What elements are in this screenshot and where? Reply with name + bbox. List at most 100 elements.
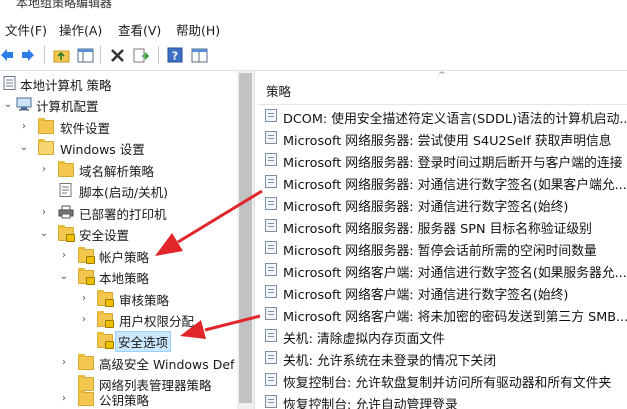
tree-label: 本地策略	[99, 271, 150, 286]
policy-row[interactable]: Microsoft 网络服务器: 尝试使用 S4U2Self 获取声明信息	[258, 127, 627, 149]
tree-item-root[interactable]: 本地计算机 策略	[0, 73, 237, 94]
tree-label: 公钥策略	[99, 393, 150, 408]
console-tree: 本地计算机 策略 ⌄ 计算机配置 › 软件设置 ⌄ Windows 设置 › 域…	[0, 71, 237, 409]
menu-action[interactable]: 操作(A)	[59, 20, 102, 39]
tree-item-security-settings[interactable]: ⌄ 安全设置	[0, 223, 237, 244]
policy-row[interactable]: Microsoft 网络服务器: 登录时间过期后断开与客户端的连接	[258, 149, 627, 171]
tree-item-account-policy[interactable]: › 帐户策略	[0, 245, 237, 266]
policy-row-label: Microsoft 网络客户端: 将未加密的密码发送到第三方 SMB...	[283, 310, 627, 325]
delete-button[interactable]	[108, 46, 126, 64]
toolbar: ?	[0, 40, 627, 71]
tree-item-software-settings[interactable]: › 软件设置	[0, 116, 237, 137]
policy-setting-icon	[265, 219, 277, 232]
tree-item-user-rights[interactable]: › 用户权限分配	[0, 309, 237, 330]
security-folder-icon	[97, 311, 114, 328]
lock-icon	[86, 256, 95, 264]
up-folder-icon	[53, 50, 69, 62]
tree-label: Windows 设置	[60, 142, 145, 157]
tree-item-local-policy[interactable]: ⌄ 本地策略	[0, 266, 237, 287]
forward-button[interactable]	[20, 46, 36, 64]
policy-row[interactable]: Microsoft 网络服务器: 对通信进行数字签名(如果客户端允...	[258, 171, 627, 193]
tree-item-windows-settings[interactable]: ⌄ Windows 设置	[0, 137, 237, 158]
tree-label: 用户权限分配	[119, 314, 195, 329]
policy-setting-icon	[265, 197, 277, 210]
chevron-right-icon[interactable]: ›	[58, 356, 70, 368]
tree-item-public-key[interactable]: › 公钥策略	[0, 388, 237, 409]
chevron-right-icon[interactable]: ›	[38, 206, 50, 218]
policy-row[interactable]: Microsoft 网络客户端: 将未加密的密码发送到第三方 SMB...	[258, 303, 627, 325]
list-header[interactable]: ^ 策略	[258, 71, 627, 105]
chevron-right-icon[interactable]: ›	[18, 120, 30, 132]
show-hide-tree-button[interactable]	[76, 46, 94, 64]
tree-item-printers[interactable]: › 已部署的打印机	[0, 202, 237, 223]
scrollbar-thumb[interactable]	[239, 73, 252, 403]
export-list-icon	[133, 48, 149, 62]
policy-setting-icon	[265, 263, 277, 276]
policy-row-label: 恢复控制台: 允许自动管理登录	[283, 398, 458, 409]
folder-icon	[78, 390, 94, 406]
policy-setting-icon	[265, 373, 277, 386]
policy-row[interactable]: 恢复控制台: 允许自动管理登录	[258, 391, 627, 409]
policy-row-label: 恢复控制台: 允许软盘复制并访问所有驱动器和所有文件夹	[283, 376, 612, 391]
menu-file[interactable]: 文件(F)	[5, 20, 47, 39]
tree-scrollbar[interactable]	[237, 71, 254, 409]
menu-view[interactable]: 查看(V)	[118, 20, 161, 39]
policy-setting-icon	[265, 175, 277, 188]
up-folder-button[interactable]	[52, 46, 70, 64]
tree-label: 已部署的打印机	[79, 207, 167, 222]
security-folder-icon	[97, 332, 114, 349]
folder-icon	[38, 118, 54, 134]
window-title: 本地组策略编辑器	[16, 0, 113, 10]
policy-row-label: DCOM: 使用安全描述符定义语言(SDDL)语法的计算机启动...	[283, 112, 627, 127]
policy-row[interactable]: 恢复控制台: 允许软盘复制并访问所有驱动器和所有文件夹	[258, 369, 627, 391]
help-icon: ?	[167, 47, 183, 63]
tree-item-firewall[interactable]: › 高级安全 Windows Def	[0, 352, 237, 373]
folder-icon	[58, 161, 74, 177]
policy-setting-icon	[265, 395, 277, 408]
policy-row[interactable]: Microsoft 网络服务器: 暂停会话前所需的空闲时间数量	[258, 237, 627, 259]
export-list-button[interactable]	[132, 46, 150, 64]
policy-row-label: Microsoft 网络服务器: 尝试使用 S4U2Self 获取声明信息	[283, 134, 612, 149]
policy-row[interactable]: 关机: 允许系统在未登录的情况下关闭	[258, 347, 627, 369]
folder-icon	[78, 354, 94, 370]
policy-row[interactable]: Microsoft 网络客户端: 对通信进行数字签名(如果服务器允...	[258, 259, 627, 281]
policy-setting-icon	[265, 351, 277, 364]
chevron-right-icon[interactable]: ›	[58, 249, 70, 261]
policy-row-label: Microsoft 网络服务器: 对通信进行数字签名(始终)	[283, 200, 569, 215]
chevron-right-icon[interactable]: ›	[38, 163, 50, 175]
chevron-right-icon[interactable]: ›	[78, 292, 90, 304]
security-folder-icon	[58, 225, 75, 242]
tree-item-dns-policy[interactable]: › 域名解析策略	[0, 159, 237, 180]
policy-row-label: 关机: 允许系统在未登录的情况下关闭	[283, 354, 497, 369]
policy-row[interactable]: 关机: 清除虚拟内存页面文件	[258, 325, 627, 347]
help-button[interactable]: ?	[166, 46, 184, 64]
folder-open-icon	[38, 139, 54, 155]
chevron-right-icon[interactable]: ›	[78, 313, 90, 325]
policy-row-label: Microsoft 网络服务器: 暂停会话前所需的空闲时间数量	[283, 244, 597, 259]
policy-row-label: Microsoft 网络服务器: 服务器 SPN 目标名称验证级别	[283, 222, 592, 237]
chevron-down-icon[interactable]: ⌄	[58, 270, 70, 282]
properties-view-button[interactable]	[190, 46, 208, 64]
chevron-down-icon[interactable]: ⌄	[38, 227, 50, 239]
column-header-policy[interactable]: 策略	[266, 81, 291, 100]
chevron-down-icon[interactable]: ⌄	[18, 141, 30, 153]
policy-setting-icon	[265, 329, 277, 342]
tree-item-security-options[interactable]: 安全选项	[0, 330, 237, 352]
policy-row[interactable]: Microsoft 网络服务器: 对通信进行数字签名(始终)	[258, 193, 627, 215]
menu-help[interactable]: 帮助(H)	[176, 20, 220, 39]
tree-item-scripts[interactable]: 脚本(启动/关机)	[0, 180, 237, 201]
lock-icon	[86, 277, 95, 285]
tree-item-computer-config[interactable]: ⌄ 计算机配置	[0, 94, 237, 115]
policy-row[interactable]: Microsoft 网络客户端: 对通信进行数字签名(始终)	[258, 281, 627, 303]
chevron-right-icon[interactable]: ›	[58, 392, 70, 404]
policy-row[interactable]: DCOM: 使用安全描述符定义语言(SDDL)语法的计算机启动...	[258, 105, 627, 127]
security-folder-icon	[78, 268, 95, 285]
policy-setting-icon	[265, 131, 277, 144]
chevron-down-icon[interactable]: ⌄	[2, 98, 14, 110]
menu-bar: 文件(F) 操作(A) 查看(V) 帮助(H)	[0, 14, 627, 40]
tree-item-audit-policy[interactable]: › 审核策略	[0, 288, 237, 309]
policy-row-label: 关机: 清除虚拟内存页面文件	[283, 332, 445, 347]
toolbar-separator	[100, 46, 101, 64]
policy-row[interactable]: Microsoft 网络服务器: 服务器 SPN 目标名称验证级别	[258, 215, 627, 237]
back-button[interactable]	[0, 46, 14, 64]
